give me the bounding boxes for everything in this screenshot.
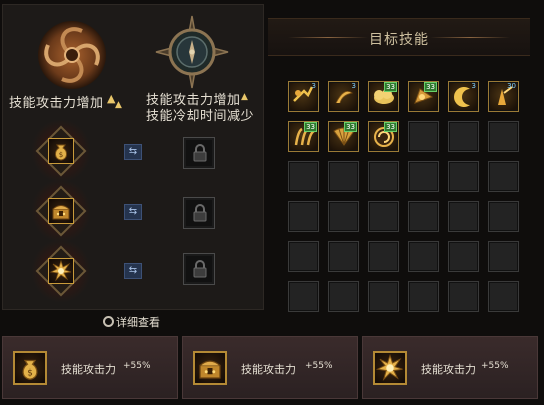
locked-slot-1 bbox=[183, 137, 215, 169]
skill-level-badge: 33 bbox=[424, 82, 437, 92]
empty-skill-cell[interactable] bbox=[328, 201, 359, 232]
bonus-label: 技能攻击力 bbox=[61, 363, 116, 376]
money-bag-icon: $ bbox=[13, 351, 47, 385]
target-skills-title: 目标技能 bbox=[369, 32, 429, 48]
empty-skill-cell[interactable] bbox=[408, 201, 439, 232]
up-arrow-small-icon: ▲ bbox=[115, 100, 122, 110]
empty-skill-cell[interactable] bbox=[288, 281, 319, 312]
bonus-value: +55% bbox=[481, 361, 509, 371]
empty-skill-cell[interactable] bbox=[448, 201, 479, 232]
skill-cell[interactable]: 3 bbox=[328, 81, 359, 112]
explosion-icon bbox=[373, 351, 407, 385]
skill-level-badge: 3 bbox=[471, 82, 476, 90]
option-b-title-2: 技能冷却时间减少 bbox=[146, 109, 255, 124]
empty-skill-cell[interactable] bbox=[288, 201, 319, 232]
skill-cell[interactable]: 33 bbox=[368, 121, 399, 152]
explosion-icon bbox=[48, 258, 74, 284]
skill-level-badge: 33 bbox=[344, 122, 357, 132]
empty-skill-cell[interactable] bbox=[328, 161, 359, 192]
skill-cell[interactable]: 30 bbox=[488, 81, 519, 112]
empty-skill-cell[interactable] bbox=[408, 121, 439, 152]
bonus-card-3: 技能攻击力 +55% bbox=[362, 336, 538, 399]
empty-skill-cell[interactable] bbox=[368, 241, 399, 272]
magnifier-icon bbox=[103, 316, 114, 327]
empty-skill-cell[interactable] bbox=[288, 241, 319, 272]
locked-slot-2 bbox=[183, 197, 215, 229]
svg-text:$: $ bbox=[59, 151, 63, 159]
empty-skill-cell[interactable] bbox=[448, 281, 479, 312]
empty-skill-cell[interactable] bbox=[488, 281, 519, 312]
lock-icon bbox=[193, 204, 207, 222]
empty-skill-cell[interactable] bbox=[488, 241, 519, 272]
empty-skill-cell[interactable] bbox=[448, 121, 479, 152]
target-skill-grid: 3 3 33 33 3 30 33 33 33 bbox=[288, 81, 520, 312]
empty-skill-cell[interactable] bbox=[328, 281, 359, 312]
empty-skill-cell[interactable] bbox=[288, 161, 319, 192]
empty-skill-cell[interactable] bbox=[448, 161, 479, 192]
skill-cell[interactable]: 33 bbox=[368, 81, 399, 112]
empty-skill-cell[interactable] bbox=[408, 161, 439, 192]
option-panel: 技能攻击力增加 ▲ ▲ 技能攻击力增加 ▲ 技能冷却时间减少 $ ⇆ ⇆ ⇆ bbox=[2, 4, 264, 310]
empty-skill-cell[interactable] bbox=[368, 161, 399, 192]
skill-slot-3[interactable] bbox=[31, 239, 91, 303]
locked-slot-3 bbox=[183, 253, 215, 285]
skill-level-badge: 3 bbox=[351, 82, 356, 90]
option-b-title-1: 技能攻击力增加 bbox=[146, 93, 241, 108]
bonus-label: 技能攻击力 bbox=[421, 363, 476, 376]
detail-view-label: 详细查看 bbox=[116, 316, 160, 329]
compass-emblem-icon bbox=[154, 14, 230, 90]
skill-level-badge: 33 bbox=[384, 82, 397, 92]
bonus-card-2: 技能攻击力 +55% bbox=[182, 336, 358, 399]
skill-cell[interactable]: 33 bbox=[408, 81, 439, 112]
detail-view-link[interactable]: 详细查看 bbox=[103, 314, 160, 330]
option-a-title: 技能攻击力增加 bbox=[9, 96, 104, 111]
swap-button-1[interactable]: ⇆ bbox=[124, 144, 142, 160]
lock-icon bbox=[193, 260, 207, 278]
empty-skill-cell[interactable] bbox=[368, 281, 399, 312]
svg-text:$: $ bbox=[27, 369, 33, 379]
skill-cell[interactable]: 33 bbox=[328, 121, 359, 152]
lock-icon bbox=[193, 144, 207, 162]
bonus-value: +55% bbox=[123, 361, 151, 371]
bonus-label: 技能攻击力 bbox=[241, 363, 296, 376]
up-arrow-icon: ▲ bbox=[241, 92, 248, 102]
treasure-chest-icon bbox=[48, 198, 74, 224]
empty-skill-cell[interactable] bbox=[328, 241, 359, 272]
skill-cell[interactable]: 3 bbox=[448, 81, 479, 112]
skill-level-badge: 33 bbox=[304, 122, 317, 132]
empty-skill-cell[interactable] bbox=[488, 201, 519, 232]
swap-button-2[interactable]: ⇆ bbox=[124, 204, 142, 220]
empty-skill-cell[interactable] bbox=[448, 241, 479, 272]
empty-skill-cell[interactable] bbox=[408, 241, 439, 272]
skill-cell[interactable]: 3 bbox=[288, 81, 319, 112]
empty-skill-cell[interactable] bbox=[488, 121, 519, 152]
treasure-chest-icon bbox=[193, 351, 227, 385]
skill-slot-2[interactable] bbox=[31, 179, 91, 243]
swap-button-3[interactable]: ⇆ bbox=[124, 263, 142, 279]
money-bag-icon: $ bbox=[48, 138, 74, 164]
target-skills-banner: 目标技能 bbox=[268, 18, 530, 56]
skill-level-badge: 3 bbox=[311, 82, 316, 90]
empty-skill-cell[interactable] bbox=[408, 281, 439, 312]
bonus-value: +55% bbox=[305, 361, 333, 371]
skill-cell[interactable]: 33 bbox=[288, 121, 319, 152]
empty-skill-cell[interactable] bbox=[488, 161, 519, 192]
swirl-emblem-icon bbox=[34, 17, 110, 93]
skill-level-badge: 33 bbox=[384, 122, 397, 132]
skill-level-badge: 30 bbox=[507, 82, 516, 90]
skill-slot-1[interactable]: $ bbox=[31, 119, 91, 183]
empty-skill-cell[interactable] bbox=[368, 201, 399, 232]
bonus-card-1: $ 技能攻击力 +55% bbox=[2, 336, 178, 399]
